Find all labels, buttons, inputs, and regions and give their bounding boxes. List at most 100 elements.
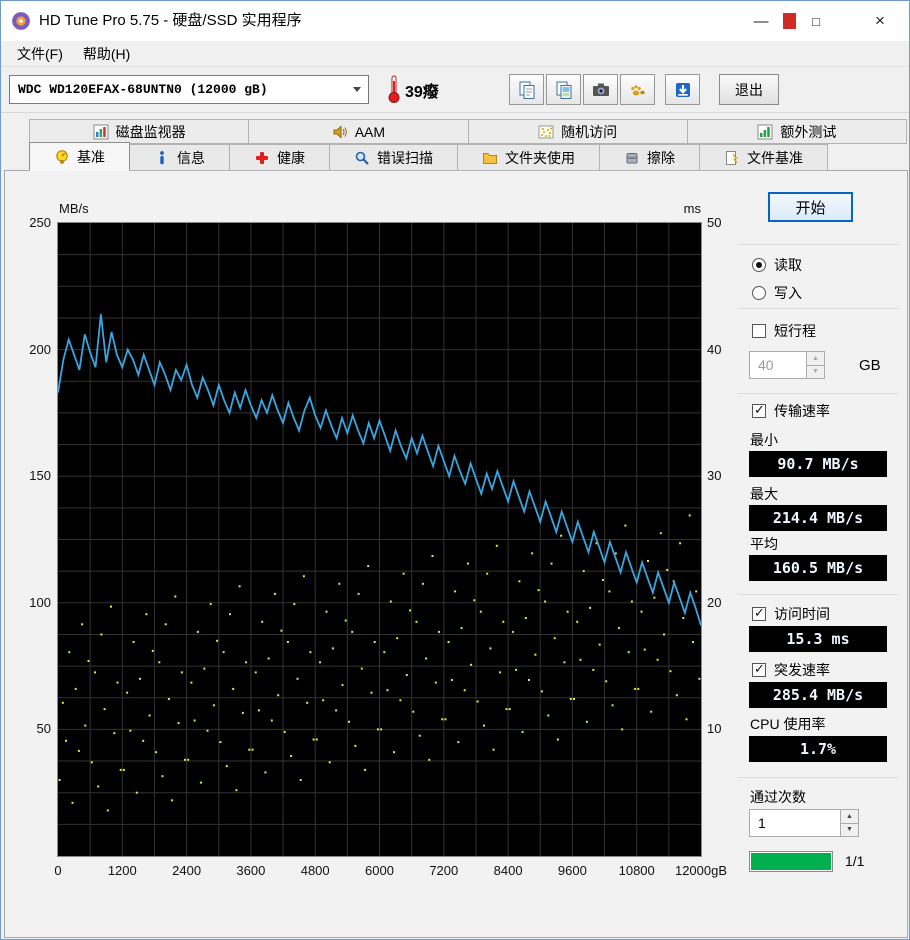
tab-label: 文件基准 <box>747 148 803 168</box>
secondary-tab-bar: 磁盘监视器 AAM 随机访问 <box>29 119 906 144</box>
paw-button[interactable] <box>620 74 655 105</box>
radio-dot[interactable] <box>752 258 766 272</box>
drive-combobox-value: WDC WD120EFAX-68UNTN0 (12000 gB) <box>10 82 346 97</box>
divider <box>738 777 899 778</box>
toolbar: WDC WD120EFAX-68UNTN0 (12000 gB) 39癈 <box>1 67 909 113</box>
title-bar: HD Tune Pro 5.75 - 硬盘/SSD 实用程序 — □ × <box>1 1 909 41</box>
tab-random-access[interactable]: 随机访问 <box>468 119 688 144</box>
screenshot-button[interactable] <box>583 74 618 105</box>
camera-icon <box>591 80 611 100</box>
write-radio[interactable]: 写入 <box>752 283 802 303</box>
exit-button[interactable]: 退出 <box>719 74 779 105</box>
window-title: HD Tune Pro 5.75 - 硬盘/SSD 实用程序 <box>39 1 302 41</box>
download-icon <box>673 80 693 100</box>
tab-info[interactable]: 信息 <box>129 144 230 171</box>
burst-rate-label: 突发速率 <box>774 660 830 680</box>
max-value: 214.4 MB/s <box>749 505 887 531</box>
progress-bar <box>749 851 833 872</box>
tab-folder-usage[interactable]: 文件夹使用 <box>457 144 600 171</box>
menu-file[interactable]: 文件(F) <box>7 41 73 67</box>
close-button[interactable]: × <box>857 1 903 41</box>
tab-disk-monitor[interactable]: 磁盘监视器 <box>29 119 249 144</box>
tab-label: 错误扫描 <box>377 148 433 168</box>
tab-label: 健康 <box>277 148 305 168</box>
checkbox-box[interactable] <box>752 324 766 338</box>
avg-value: 160.5 MB/s <box>749 555 887 581</box>
tab-label: AAM <box>355 124 385 140</box>
avg-label: 平均 <box>750 534 778 554</box>
short-stroke-value: 40 <box>750 352 806 378</box>
read-radio[interactable]: 读取 <box>752 255 802 275</box>
thermometer-icon <box>387 74 401 104</box>
copy-text-button[interactable] <box>509 74 544 105</box>
copy-image-button[interactable] <box>546 74 581 105</box>
pass-count-label: 通过次数 <box>750 787 806 807</box>
min-value: 90.7 MB/s <box>749 451 887 477</box>
write-radio-label: 写入 <box>774 283 802 303</box>
checkbox-box[interactable] <box>752 663 766 677</box>
tab-label: 基准 <box>77 147 105 167</box>
tab-error-scan[interactable]: 错误扫描 <box>329 144 458 171</box>
burst-rate-value: 285.4 MB/s <box>749 682 887 708</box>
update-button[interactable] <box>665 74 700 105</box>
drive-combobox[interactable]: WDC WD120EFAX-68UNTN0 (12000 gB) <box>9 75 369 104</box>
disk-monitor-icon <box>93 124 109 140</box>
checkbox-box[interactable] <box>752 404 766 418</box>
cpu-usage-value: 1.7% <box>749 736 887 762</box>
speaker-icon <box>332 124 348 140</box>
folder-icon <box>482 150 498 166</box>
tab-erase[interactable]: 擦除 <box>599 144 700 171</box>
start-button[interactable]: 开始 <box>768 192 853 222</box>
burst-rate-checkbox[interactable]: 突发速率 <box>752 660 830 680</box>
paw-icon <box>628 80 648 100</box>
spin-up-icon[interactable]: ▲ <box>807 352 824 365</box>
short-stroke-input[interactable]: 40 ▲ ▼ <box>749 351 825 379</box>
access-time-label: 访问时间 <box>774 604 830 624</box>
transfer-rate-checkbox[interactable]: 传输速率 <box>752 401 830 421</box>
tab-file-benchmark[interactable]: 文件基准 <box>699 144 828 171</box>
cpu-usage-label: CPU 使用率 <box>750 714 825 734</box>
maximize-button[interactable]: □ <box>797 1 835 41</box>
primary-tab-bar: 基准 信息 健康 错误扫描 文件夹使用 <box>29 144 827 171</box>
tab-health[interactable]: 健康 <box>229 144 330 171</box>
app-window: HD Tune Pro 5.75 - 硬盘/SSD 实用程序 — □ × 文件(… <box>0 0 910 940</box>
info-icon <box>154 150 170 166</box>
spin-down-icon[interactable]: ▼ <box>841 823 858 837</box>
pass-count-value: 1 <box>750 810 840 836</box>
tab-label: 额外测试 <box>780 122 836 142</box>
spin-up-icon[interactable]: ▲ <box>841 810 858 823</box>
divider <box>738 308 899 309</box>
tab-benchmark[interactable]: 基准 <box>29 142 130 171</box>
red-indicator <box>783 13 796 29</box>
chevron-down-icon[interactable] <box>346 76 368 103</box>
tab-label: 随机访问 <box>561 122 617 142</box>
checkbox-box[interactable] <box>752 607 766 621</box>
radio-dot[interactable] <box>752 286 766 300</box>
spin-down-icon[interactable]: ▼ <box>807 365 824 379</box>
min-label: 最小 <box>750 430 778 450</box>
menu-bar: 文件(F) 帮助(H) <box>1 41 909 67</box>
pass-count-input[interactable]: 1 ▲ ▼ <box>749 809 859 837</box>
benchmark-icon <box>54 149 70 165</box>
tab-label: 擦除 <box>647 148 675 168</box>
gb-unit-label: GB <box>859 357 881 374</box>
progress-fill <box>751 853 831 870</box>
random-access-icon <box>538 124 554 140</box>
short-stroke-label: 短行程 <box>774 321 816 341</box>
short-stroke-checkbox[interactable]: 短行程 <box>752 321 816 341</box>
minimize-button[interactable]: — <box>738 1 784 41</box>
divider <box>738 244 899 245</box>
divider <box>738 594 899 595</box>
tab-label: 磁盘监视器 <box>116 122 186 142</box>
file-benchmark-icon <box>724 150 740 166</box>
transfer-rate-label: 传输速率 <box>774 401 830 421</box>
magnifier-icon <box>354 150 370 166</box>
access-time-checkbox[interactable]: 访问时间 <box>752 604 830 624</box>
read-radio-label: 读取 <box>774 255 802 275</box>
menu-help[interactable]: 帮助(H) <box>73 41 140 67</box>
tab-aam[interactable]: AAM <box>248 119 468 144</box>
tab-label: 文件夹使用 <box>505 148 575 168</box>
copy-text-icon <box>517 80 537 100</box>
copy-image-icon <box>554 80 574 100</box>
tab-extra-tests[interactable]: 额外测试 <box>687 119 907 144</box>
